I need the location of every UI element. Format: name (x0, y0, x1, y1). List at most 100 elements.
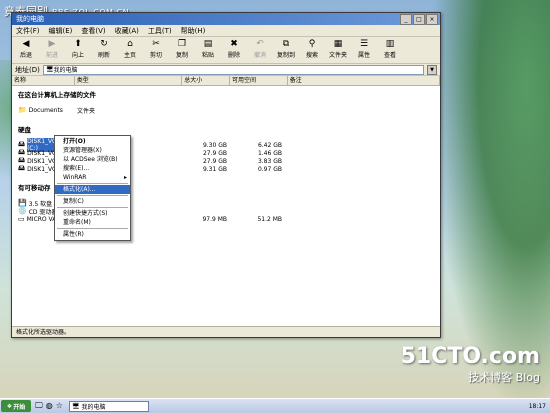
context-menu-item-label: 属性(R) (63, 231, 84, 238)
refresh-icon: ↻ (100, 39, 108, 49)
toolbar-button-label: 复制到 (276, 52, 295, 59)
computer-icon: 🖥 (45, 66, 54, 73)
context-menu-item[interactable]: 属性(R) (55, 230, 130, 239)
usb-drive-icon: ▭ (18, 215, 25, 223)
toolbar-button[interactable]: ↻ 刷新 (93, 39, 115, 59)
brand-watermark: 51CTO.com 技术博客 Blog (390, 344, 540, 385)
brand-small: 技术博客 Blog (468, 371, 540, 384)
toolbar-button[interactable]: ❐ 复制 (171, 39, 193, 59)
item-free: 3.83 GB (257, 157, 282, 165)
context-menu-item[interactable]: 重命名(M) (55, 218, 130, 227)
title-bar[interactable]: 我的电脑 (12, 13, 440, 25)
context-menu-item-label: 复制(C) (63, 198, 84, 205)
maximize-button[interactable]: □ (413, 14, 425, 25)
toolbar-button-label: 后退 (19, 52, 32, 59)
menu-item[interactable]: 查看(V) (81, 26, 105, 36)
address-bar: 地址(D) 🖥 我的电脑 ▼ (12, 64, 440, 76)
toolbar-button[interactable]: ▦ 文件夹 (327, 39, 349, 59)
toolbar-button[interactable]: ▥ 查看 (379, 39, 401, 59)
quick-launch: 🖵 ◍ ☆ (35, 401, 63, 411)
views-icon: ▥ (385, 39, 395, 49)
address-input[interactable]: 🖥 我的电脑 (42, 64, 424, 75)
toolbar-button-label: 主页 (123, 52, 136, 59)
toolbar-button[interactable]: ✖ 删除 (223, 39, 245, 59)
minimize-button[interactable]: _ (400, 14, 412, 25)
menu-bar: 文件(F) 编辑(E) 查看(V) 收藏(A) 工具(T) 帮助(H) (12, 25, 440, 37)
menu-item[interactable]: 收藏(A) (115, 26, 139, 36)
column-name[interactable]: 名称 (12, 76, 75, 85)
item-total: 97.9 MB (202, 215, 227, 223)
toolbar-button[interactable]: ▤ 粘贴 (197, 39, 219, 59)
clock: 18:17 (528, 402, 546, 410)
toolbar: ◀ 后退 ▶ 前进 ⬆ 向上 ↻ 刷新 ⌂ 主页 ✂ 剪切 ❐ 复制 ▤ 粘贴 ✖ 删除 ↶ 撤消 ⧉ 复制到 ⚲ 搜索 ▦ 文件… (12, 37, 440, 64)
close-button[interactable]: × (426, 14, 438, 25)
context-menu-item[interactable]: 复制(C) (55, 197, 130, 206)
desktop-icon[interactable]: 🖵 (35, 401, 43, 411)
properties-icon: ☰ (359, 39, 369, 49)
taskbar-item-my-computer[interactable]: 🖥 我的电脑 (68, 400, 149, 412)
toolbar-button-label: 属性 (357, 52, 370, 59)
toolbar-button-label: 复制 (175, 52, 188, 59)
folders-icon: ▦ (333, 39, 343, 49)
item-total: 27.9 GB (202, 157, 227, 165)
menu-item[interactable]: 编辑(E) (49, 26, 73, 36)
group-header-stored-files: 在这台计算机上存储的文件 (18, 91, 96, 99)
item-total: 9.30 GB (202, 141, 227, 149)
context-menu-item[interactable]: 格式化(A)... (55, 185, 130, 194)
address-label: 地址(D) (15, 65, 40, 74)
column-headers: 名称 类型 总大小 可用空间 备注 (12, 76, 440, 86)
column-type[interactable]: 类型 (75, 76, 183, 85)
browser-icon[interactable]: ◍ (46, 401, 53, 411)
item-type: 文件夹 (77, 107, 96, 115)
toolbar-button[interactable]: ⌂ 主页 (119, 39, 141, 59)
list-item[interactable]: 📁 Documents 文件夹 (18, 106, 428, 115)
column-free-space[interactable]: 可用空间 (230, 76, 288, 85)
context-menu-item[interactable]: 创建快捷方式(S) (55, 209, 130, 218)
delete-icon: ✖ (230, 39, 238, 49)
toolbar-button-label: 刷新 (97, 52, 110, 59)
item-free: 1.46 GB (257, 149, 282, 157)
column-comments[interactable]: 备注 (288, 76, 440, 85)
context-menu-item[interactable]: 资源管理器(X) (55, 146, 130, 155)
menu-item[interactable]: 文件(F) (16, 26, 40, 36)
brand-big: 51CTO.com (400, 344, 540, 369)
toolbar-button-label: 搜索 (305, 52, 318, 59)
taskbar-item-label: 我的电脑 (81, 403, 106, 411)
cut-icon: ✂ (152, 39, 160, 49)
toolbar-button-label: 粘贴 (201, 52, 214, 59)
taskbar: ❖ 开始 🖵 ◍ ☆ 🖥 我的电脑 18:17 (0, 398, 550, 413)
toolbar-button[interactable]: ⬆ 向上 (67, 39, 89, 59)
toolbar-button[interactable]: ◀ 后退 (15, 39, 37, 59)
item-total: 9.31 GB (202, 165, 227, 173)
toolbar-button[interactable]: ⧉ 复制到 (275, 39, 297, 59)
cd-drive-icon: 💿 (18, 207, 27, 215)
context-menu-item-label: WinRAR (63, 174, 87, 181)
toolbar-button-label: 撤消 (253, 52, 266, 59)
forward-icon: ▶ (48, 39, 56, 49)
column-total-size[interactable]: 总大小 (182, 76, 230, 85)
explorer-icon[interactable]: ☆ (56, 401, 63, 411)
item-free: 6.42 GB (257, 141, 282, 149)
toolbar-button[interactable]: ↶ 撤消 (249, 39, 271, 59)
window-title: 我的电脑 (16, 15, 44, 23)
toolbar-button[interactable]: ☰ 属性 (353, 39, 375, 59)
context-menu-item[interactable]: 以 ACDSee 浏览(B) (55, 155, 130, 164)
context-menu-item-label: 资源管理器(X) (63, 147, 102, 154)
window-controls: _ □ × (400, 14, 438, 25)
menu-separator (57, 207, 128, 208)
context-menu-item[interactable]: 打开(O) (55, 137, 130, 146)
computer-icon: 🖥 (71, 402, 80, 410)
start-button[interactable]: ❖ 开始 (1, 400, 31, 412)
item-total: 27.9 GB (202, 149, 227, 157)
toolbar-button[interactable]: ▶ 前进 (41, 39, 63, 59)
group-header-hard-disks: 硬盘 (18, 126, 31, 134)
menu-item[interactable]: 工具(T) (148, 26, 172, 36)
toolbar-button[interactable]: ✂ 剪切 (145, 39, 167, 59)
context-menu-item[interactable]: 搜索(E)... (55, 164, 130, 173)
toolbar-button[interactable]: ⚲ 搜索 (301, 39, 323, 59)
context-menu-item[interactable]: WinRAR ▸ (55, 173, 130, 182)
search-icon: ⚲ (308, 39, 316, 49)
address-dropdown-button[interactable]: ▼ (427, 64, 437, 75)
menu-item[interactable]: 帮助(H) (181, 26, 206, 36)
context-menu: 打开(O) 资源管理器(X) 以 ACDSee 浏览(B) 搜索(E)... WinRA… (54, 135, 131, 241)
